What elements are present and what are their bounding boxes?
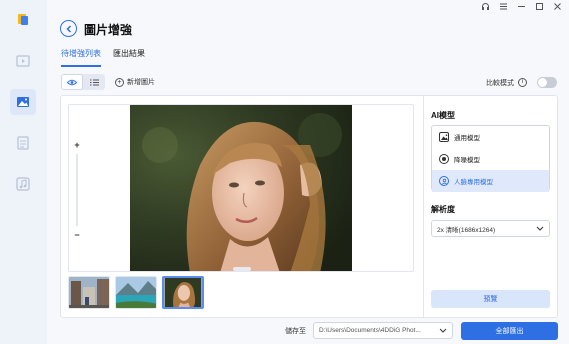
chevron-down-icon: [536, 226, 544, 231]
model-option-label: 通用模型: [454, 135, 480, 142]
bottom-bar: 儲存至 D:\Users\Documents\4DDiG Phot... 全部匯…: [47, 320, 569, 344]
zoom-in-button[interactable]: +: [71, 140, 83, 150]
preview-view-button[interactable]: [61, 74, 83, 90]
image-preview: + −: [68, 104, 414, 272]
image-icon: [439, 132, 449, 142]
portrait-photo: [130, 105, 352, 271]
chevron-left-icon: [65, 24, 71, 33]
model-option-general[interactable]: 通用模型: [432, 126, 549, 148]
eye-icon: [67, 79, 77, 85]
add-image-label: 新增圖片: [127, 79, 155, 86]
save-path-value: D:\Users\Documents\4DDiG Phot...: [319, 327, 421, 334]
ai-model-list: 通用模型 降噪模型 人臉專用模型: [431, 125, 550, 192]
compare-mode-toggle[interactable]: [537, 77, 557, 88]
model-option-label: 人臉專用模型: [454, 179, 493, 186]
window-controls: [479, 2, 563, 13]
model-option-label: 降噪模型: [454, 157, 480, 164]
thumbnail-lake[interactable]: [115, 276, 157, 309]
sidebar-item-document[interactable]: [10, 130, 36, 156]
zoom-slider[interactable]: + −: [71, 140, 83, 240]
music-icon: [16, 177, 30, 191]
resolution-value: 2x 清晰(1686x1264): [437, 226, 496, 234]
left-sidebar: [0, 0, 47, 344]
app-logo-icon: [10, 6, 36, 32]
sidebar-item-video[interactable]: [10, 48, 36, 74]
denoise-icon: [439, 154, 449, 164]
face-icon: [439, 176, 449, 186]
resolution-select[interactable]: 2x 清晰(1686x1264): [431, 220, 550, 237]
panel-divider: [423, 96, 424, 317]
back-button[interactable]: [60, 20, 77, 37]
tab-bar: 待增強列表 匯出結果: [61, 48, 145, 67]
main-area: 圖片增強 待增強列表 匯出結果 + 新增圖片 比較模式 i + − AI模型 通…: [47, 0, 569, 344]
view-toggle: [61, 74, 105, 90]
video-icon: [16, 55, 30, 67]
compare-mode-label: 比較模式: [486, 79, 514, 87]
close-icon[interactable]: [551, 2, 563, 13]
thumbnail-street[interactable]: [68, 276, 110, 309]
save-path-select[interactable]: D:\Users\Documents\4DDiG Phot...: [313, 322, 453, 339]
model-option-face[interactable]: 人臉專用模型: [432, 170, 549, 192]
plus-circle-icon: +: [115, 77, 124, 87]
tab-pending-list[interactable]: 待增強列表: [61, 48, 101, 67]
document-icon: [17, 136, 29, 150]
zoom-out-button[interactable]: −: [71, 230, 83, 240]
chevron-down-icon: [439, 328, 447, 333]
sidebar-item-music[interactable]: [10, 171, 36, 197]
tab-export-results[interactable]: 匯出結果: [113, 48, 145, 67]
preview-scroll-handle[interactable]: [233, 267, 251, 271]
thumbnail-strip: [68, 276, 204, 309]
minimize-icon[interactable]: [515, 2, 527, 13]
resolution-label: 解析度: [431, 205, 455, 214]
info-icon[interactable]: i: [518, 78, 527, 87]
save-to-label: 儲存至: [285, 328, 306, 335]
compare-mode: 比較模式 i: [486, 77, 557, 88]
menu-icon[interactable]: [497, 2, 509, 13]
model-option-denoise[interactable]: 降噪模型: [432, 148, 549, 170]
toolbar: + 新增圖片: [61, 74, 155, 90]
page-title: 圖片增強: [84, 23, 133, 37]
sidebar-item-image[interactable]: [10, 89, 36, 115]
preview-button[interactable]: 預覽: [431, 290, 550, 308]
thumbnail-portrait[interactable]: [162, 276, 204, 309]
headset-icon[interactable]: [479, 2, 491, 13]
ai-model-label: AI模型: [431, 111, 455, 120]
image-icon: [17, 97, 29, 107]
list-icon: [89, 79, 99, 85]
export-all-button[interactable]: 全部匯出: [461, 322, 558, 340]
zoom-track[interactable]: [76, 154, 78, 226]
workspace-panel: + − AI模型 通用模型 降噪模型 人臉專用模型 解析度 2x 清晰(1686…: [60, 95, 558, 318]
add-image-button[interactable]: + 新增圖片: [115, 77, 155, 87]
list-view-button[interactable]: [83, 74, 105, 90]
maximize-icon[interactable]: [533, 2, 545, 13]
